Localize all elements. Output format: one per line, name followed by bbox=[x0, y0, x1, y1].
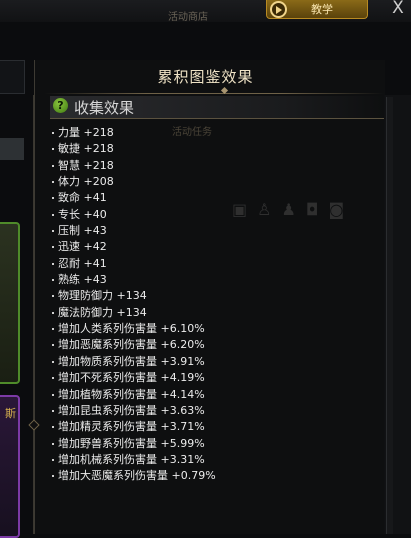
bullet-icon bbox=[52, 164, 54, 167]
group-icon: ♟ bbox=[281, 200, 296, 219]
stat-text: 专长 +40 bbox=[58, 207, 107, 221]
bullet-icon bbox=[52, 279, 54, 282]
stat-text: 熟练 +43 bbox=[58, 273, 107, 287]
settings-icon: ◘ bbox=[305, 200, 319, 219]
page-title: 累积图鉴效果 bbox=[157, 68, 254, 86]
stat-item: 敏捷 +218 bbox=[52, 141, 216, 157]
stat-text: 敏捷 +218 bbox=[58, 142, 114, 156]
stat-item: 体力 +208 bbox=[52, 174, 216, 190]
background-item-card-purple: 斯 bbox=[0, 395, 20, 538]
bag-icon: ▣ bbox=[232, 200, 248, 219]
bullet-icon bbox=[52, 311, 54, 314]
stat-item: 增加人类系列伤害量 +6.10% bbox=[52, 321, 216, 337]
stat-text: 忍耐 +41 bbox=[58, 256, 107, 270]
stat-item: 忍耐 +41 bbox=[52, 256, 216, 272]
stat-item: 增加昆虫系列伤害量 +3.63% bbox=[52, 403, 216, 419]
event-shop-label: 活动商店 bbox=[168, 12, 208, 23]
title-divider bbox=[44, 93, 384, 94]
stat-text: 体力 +208 bbox=[58, 175, 114, 189]
bullet-icon bbox=[52, 197, 54, 200]
stat-item: 智慧 +218 bbox=[52, 158, 216, 174]
stat-text: 增加人类系列伤害量 +6.10% bbox=[58, 322, 205, 336]
stat-item: 增加植物系列伤害量 +4.14% bbox=[52, 387, 216, 403]
stat-item: 专长 +40 bbox=[52, 207, 216, 223]
stat-item: 致命 +41 bbox=[52, 190, 216, 206]
stat-item: 增加大恶魔系列伤害量 +0.79% bbox=[52, 468, 216, 484]
bullet-icon bbox=[52, 230, 54, 233]
section-title: 收集效果 bbox=[74, 99, 135, 117]
background-left-separator bbox=[0, 138, 24, 160]
section-header: ? 收集效果 bbox=[50, 96, 384, 119]
stat-list: 力量 +218 敏捷 +218 智慧 +218 体力 +208 致命 +41 专… bbox=[52, 125, 216, 485]
bullet-icon bbox=[52, 426, 54, 429]
bullet-icon bbox=[52, 409, 54, 412]
bullet-icon bbox=[52, 442, 54, 445]
stat-item: 魔法防御力 +134 bbox=[52, 305, 216, 321]
camera-icon: ◙ bbox=[328, 200, 344, 219]
play-icon bbox=[270, 1, 287, 18]
bullet-icon bbox=[52, 262, 54, 265]
stat-text: 增加昆虫系列伤害量 +3.63% bbox=[58, 403, 205, 417]
panel-left-border bbox=[33, 95, 34, 534]
bullet-icon bbox=[52, 181, 54, 184]
bullet-icon bbox=[52, 377, 54, 380]
stat-text: 智慧 +218 bbox=[58, 158, 114, 172]
stat-item: 增加机械系列伤害量 +3.31% bbox=[52, 452, 216, 468]
stat-text: 增加野兽系列伤害量 +5.99% bbox=[58, 436, 205, 450]
bullet-icon bbox=[52, 295, 54, 298]
bullet-icon bbox=[52, 148, 54, 151]
stat-item: 增加野兽系列伤害量 +5.99% bbox=[52, 436, 216, 452]
background-icon-row: ▣ ♙ ♟ ◘ ◙ bbox=[232, 200, 344, 219]
stat-text: 迅速 +42 bbox=[58, 240, 107, 254]
stat-item: 增加精灵系列伤害量 +3.71% bbox=[52, 419, 216, 435]
stat-text: 压制 +43 bbox=[58, 224, 107, 238]
stat-text: 致命 +41 bbox=[58, 191, 107, 205]
bullet-icon bbox=[52, 360, 54, 363]
bullet-icon bbox=[52, 393, 54, 396]
stat-text: 增加不死系列伤害量 +4.19% bbox=[58, 371, 205, 385]
person-icon: ♙ bbox=[257, 200, 272, 219]
stat-item: 增加物质系列伤害量 +3.91% bbox=[52, 354, 216, 370]
stat-text: 增加机械系列伤害量 +3.31% bbox=[58, 452, 205, 466]
stat-text: 增加恶魔系列伤害量 +6.20% bbox=[58, 338, 205, 352]
stat-item: 熟练 +43 bbox=[52, 272, 216, 288]
stat-text: 物理防御力 +134 bbox=[58, 289, 147, 303]
stat-item: 压制 +43 bbox=[52, 223, 216, 239]
stat-item: 迅速 +42 bbox=[52, 239, 216, 255]
stat-text: 增加精灵系列伤害量 +3.71% bbox=[58, 420, 205, 434]
stat-text: 增加植物系列伤害量 +4.14% bbox=[58, 387, 205, 401]
stat-item: 物理防御力 +134 bbox=[52, 288, 216, 304]
stat-item: 力量 +218 bbox=[52, 125, 216, 141]
stat-text: 力量 +218 bbox=[58, 126, 114, 139]
background-card-text: 斯 bbox=[5, 407, 16, 420]
bullet-icon bbox=[52, 132, 54, 134]
background-item-card bbox=[0, 222, 20, 384]
help-icon[interactable]: ? bbox=[53, 98, 68, 113]
close-button[interactable]: X bbox=[389, 0, 407, 18]
bullet-icon bbox=[52, 246, 54, 249]
bullet-icon bbox=[52, 344, 54, 347]
tutorial-tab[interactable]: 教学 bbox=[266, 0, 368, 19]
stat-text: 增加物质系列伤害量 +3.91% bbox=[58, 354, 205, 368]
stat-text: 增加大恶魔系列伤害量 +0.79% bbox=[58, 469, 216, 483]
bullet-icon bbox=[52, 458, 54, 461]
stat-item: 增加恶魔系列伤害量 +6.20% bbox=[52, 337, 216, 353]
stat-text: 魔法防御力 +134 bbox=[58, 305, 147, 319]
bullet-icon bbox=[52, 213, 54, 216]
panel-scrollbar[interactable] bbox=[386, 97, 393, 534]
bullet-icon bbox=[52, 328, 54, 331]
bullet-icon bbox=[52, 475, 54, 478]
stat-item: 增加不死系列伤害量 +4.19% bbox=[52, 370, 216, 386]
tutorial-tab-label: 教学 bbox=[311, 3, 333, 16]
